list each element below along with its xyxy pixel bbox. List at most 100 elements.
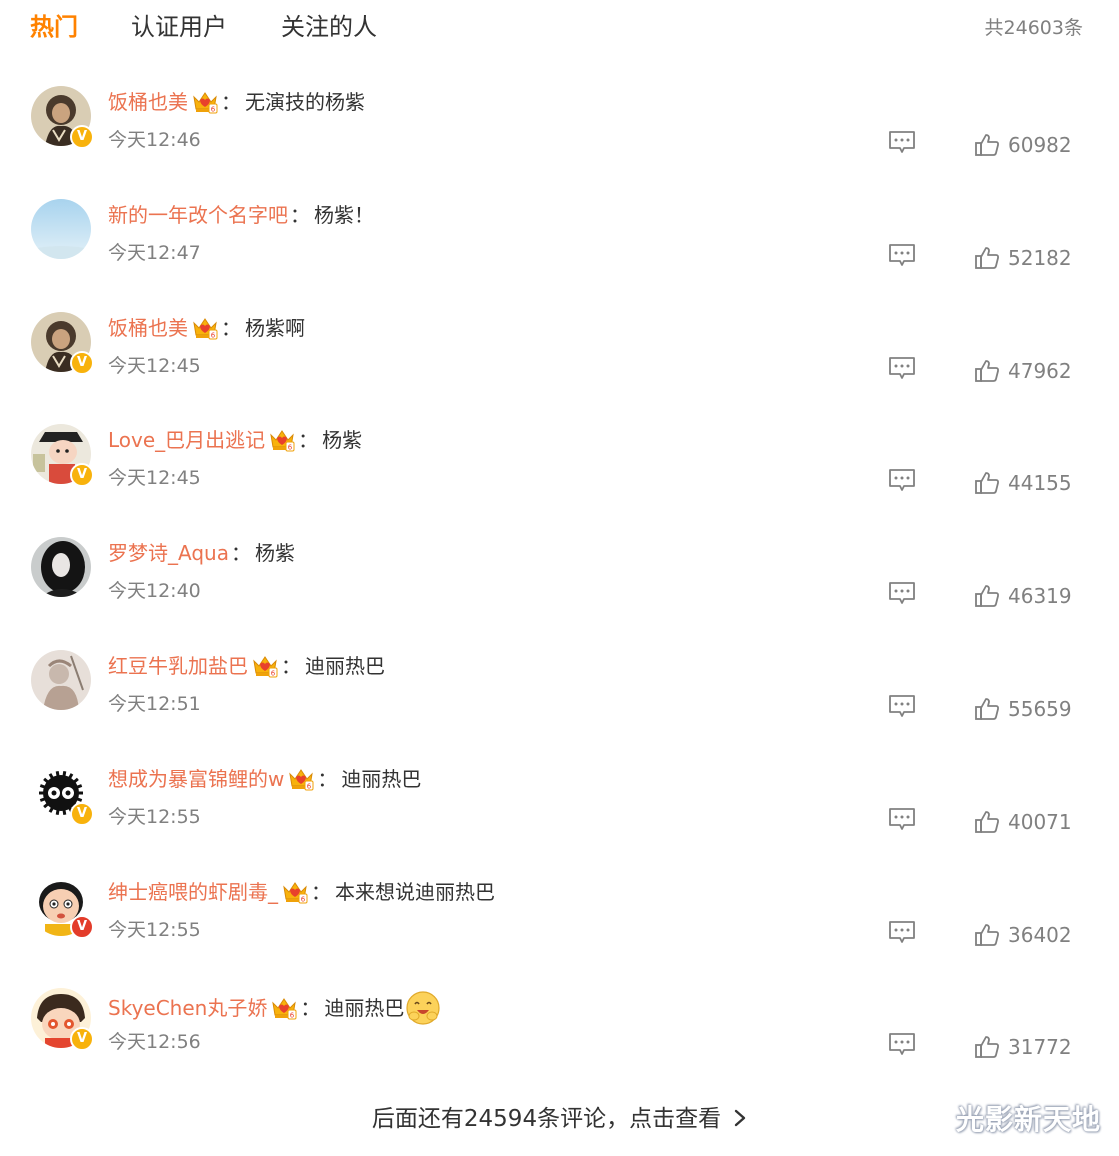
like-button[interactable]: 36402	[974, 920, 1072, 950]
reply-button[interactable]	[888, 356, 916, 382]
reply-button[interactable]	[888, 1032, 916, 1058]
like-count: 46319	[1008, 584, 1072, 609]
avatar[interactable]: V	[31, 424, 94, 488]
colon: ：	[317, 766, 338, 791]
tab-verified-users[interactable]: 认证用户	[131, 10, 227, 44]
crown-badge-icon: 6	[289, 768, 314, 791]
like-button[interactable]: 40071	[974, 807, 1072, 837]
comment-text: 杨紫	[322, 428, 363, 453]
avatar[interactable]: V	[31, 311, 94, 375]
thumbs-up-icon	[975, 472, 999, 495]
comment-item: V Love_巴月出逃记 6 ：杨紫 今天12:45 44155	[0, 424, 1119, 537]
username-link[interactable]: 饭桶也美	[108, 314, 188, 342]
tab-following[interactable]: 关注的人	[281, 10, 377, 44]
tab-hot[interactable]: 热门	[30, 10, 78, 44]
colon: ：	[221, 315, 241, 340]
like-button[interactable]: 55659	[974, 694, 1072, 724]
svg-text:6: 6	[211, 331, 216, 339]
username-link[interactable]: 红豆牛乳加盐巴	[108, 652, 248, 680]
like-button[interactable]: 46319	[974, 581, 1072, 611]
more-comments-label: 后面还有24594条评论，点击查看	[371, 1106, 722, 1132]
crown-badge-icon: 6	[283, 881, 308, 904]
comment-text: 迪丽热巴	[305, 653, 385, 678]
comment-time: 今天12:55	[108, 805, 201, 828]
reply-button[interactable]	[888, 581, 916, 607]
comment-line: SkyeChen丸子娇 6 ：迪丽热巴	[108, 990, 441, 1026]
reply-button[interactable]	[888, 807, 916, 833]
username-link[interactable]: SkyeChen丸子娇	[108, 994, 267, 1022]
avatar[interactable]	[31, 537, 91, 598]
svg-text:6: 6	[301, 895, 306, 903]
comment-icon	[889, 920, 915, 943]
reply-button[interactable]	[888, 243, 916, 269]
colon: ：	[221, 90, 241, 114]
avatar[interactable]: V	[31, 762, 94, 826]
like-button[interactable]: 44155	[974, 468, 1072, 498]
comment-line: 罗梦诗_Aqua：杨紫	[108, 539, 295, 567]
comment-icon	[889, 695, 915, 717]
reply-button[interactable]	[888, 694, 916, 720]
comment-text: 迪丽热巴	[341, 766, 422, 791]
thumbs-up-icon	[975, 134, 999, 156]
like-count: 52182	[1008, 245, 1072, 270]
username-link[interactable]: 绅士癌喂的虾剧毒_	[108, 878, 278, 906]
colon: ：	[300, 996, 321, 1021]
verified-badge-icon: V	[70, 350, 94, 375]
colon: ：	[230, 541, 251, 566]
comment-icon	[889, 582, 915, 605]
comment-time: 今天12:46	[108, 129, 201, 151]
thumbs-up-icon	[975, 246, 999, 269]
thumbs-up-icon	[975, 359, 999, 382]
comment-text: 杨紫啊	[245, 315, 305, 340]
crown-badge-icon: 6	[270, 430, 295, 452]
avatar[interactable]: V	[31, 875, 94, 939]
like-button[interactable]: 60982	[974, 130, 1072, 160]
more-comments-link[interactable]: 后面还有24594条评论，点击查看	[0, 1103, 1119, 1135]
comment-text: 迪丽热巴	[324, 996, 405, 1021]
like-count: 44155	[1008, 471, 1072, 496]
reply-button[interactable]	[888, 468, 916, 494]
svg-text:6: 6	[211, 106, 216, 114]
like-button[interactable]: 52182	[974, 243, 1072, 273]
avatar-image	[31, 198, 91, 259]
colon: ：	[290, 202, 310, 227]
verified-badge-icon: V	[70, 125, 94, 149]
thumbs-up-icon	[975, 810, 999, 833]
username-link[interactable]: Love_巴月出逃记	[108, 426, 265, 454]
like-button[interactable]: 47962	[974, 356, 1072, 386]
comment-icon	[889, 1033, 915, 1056]
comment-icon	[889, 469, 915, 492]
comment-item: 罗梦诗_Aqua：杨紫 今天12:40 46319	[0, 537, 1119, 650]
like-count: 40071	[1008, 809, 1072, 834]
comment-item: V 想成为暴富锦鲤的w 6 ：迪丽热巴今天12:55 40071	[0, 762, 1119, 876]
avatar[interactable]: V	[31, 988, 94, 1052]
comment-icon	[889, 807, 915, 830]
comment-line: 绅士癌喂的虾剧毒_ 6 ：本来想说迪丽热巴	[108, 878, 495, 906]
svg-text:6: 6	[288, 444, 293, 452]
total-comment-count: 共24603条	[984, 17, 1083, 39]
username-link[interactable]: 罗梦诗_Aqua	[108, 539, 229, 567]
like-count: 55659	[1008, 696, 1072, 721]
comment-time: 今天12:55	[108, 918, 201, 941]
avatar[interactable]: V	[31, 86, 94, 149]
verified-badge-icon: V	[70, 463, 94, 488]
crown-badge-icon: 6	[272, 998, 297, 1020]
reply-button[interactable]	[888, 920, 916, 946]
like-button[interactable]: 31772	[974, 1032, 1072, 1062]
watermark: 光影新天地	[955, 1103, 1101, 1136]
avatar[interactable]	[31, 649, 91, 710]
username-link[interactable]: 饭桶也美	[108, 88, 188, 116]
avatar[interactable]	[31, 198, 91, 259]
username-link[interactable]: 想成为暴富锦鲤的w	[108, 765, 284, 793]
comment-line: 新的一年改个名字吧：杨紫！	[108, 201, 374, 229]
crown-badge-icon: 6	[193, 317, 218, 340]
avatar-image	[31, 649, 91, 710]
username-link[interactable]: 新的一年改个名字吧	[108, 201, 288, 229]
like-count: 60982	[1008, 133, 1072, 157]
reply-button[interactable]	[888, 130, 916, 156]
comment-icon	[889, 356, 915, 379]
comment-line: 饭桶也美 6 ：杨紫啊	[108, 314, 305, 342]
colon: ：	[311, 879, 331, 904]
like-count: 47962	[1008, 358, 1072, 383]
svg-text:6: 6	[290, 1012, 295, 1020]
